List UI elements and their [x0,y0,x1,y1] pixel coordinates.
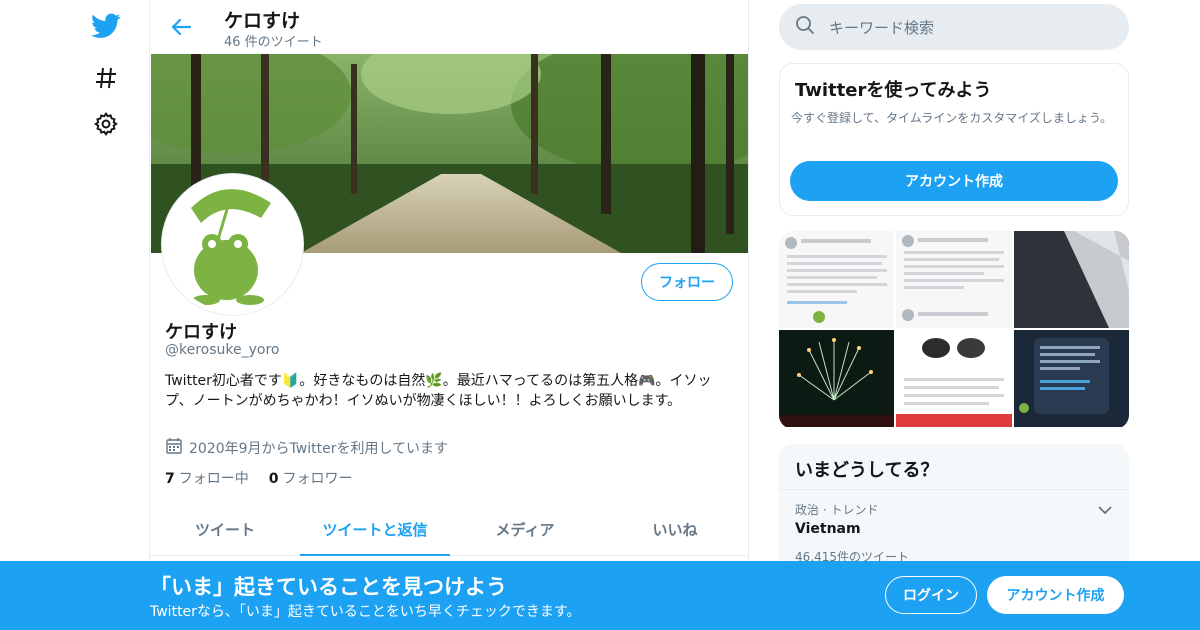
tab-tweets[interactable]: ツイート [150,503,300,555]
following-link[interactable]: 7 フォロー中 [165,468,249,488]
settings-gear-icon[interactable] [88,106,124,142]
signup-title: Twitterを使ってみよう [795,80,992,101]
divider [779,489,1129,490]
media-thumbnail[interactable] [1014,330,1129,427]
profile-avatar[interactable] [162,174,303,315]
trend-meta: 政治 · トレンド [795,503,879,517]
media-thumbnail[interactable] [896,330,1012,427]
followers-count: 0 [268,471,279,487]
follow-button[interactable]: フォロー [641,263,733,301]
search-placeholder: キーワード検索 [829,18,935,37]
following-count: 7 [165,471,175,487]
following-label: フォロー中 [178,471,249,487]
tab-tweets-and-replies[interactable]: ツイートと返信 [300,503,450,556]
create-account-button[interactable]: アカウント作成 [987,576,1124,614]
joined-text: 2020年9月からTwitterを利用しています [189,441,449,457]
header-name: ケロすけ [224,10,301,32]
tab-likes[interactable]: いいね [600,503,748,555]
followers-link[interactable]: 0 フォロワー [269,468,353,488]
bottom-bar-subtitle: Twitterなら、「いま」起きていることをいち早くチェックできます。 [150,604,581,620]
media-thumbnail[interactable] [779,330,894,427]
signup-description: 今すぐ登録して、タイムラインをカスタマイズしましょう。 [791,111,1113,125]
hashtag-icon[interactable] [88,60,124,96]
follow-stats: 7 フォロー中 0 フォロワー [165,468,353,488]
media-thumbnail[interactable] [779,231,894,328]
bottom-bar-title: 「いま」起きていることを見つけよう [150,575,507,599]
search-box[interactable]: キーワード検索 [779,4,1129,50]
followers-label: フォロワー [282,471,353,487]
login-button[interactable]: ログイン [885,576,977,614]
trend-name[interactable]: Vietnam [795,521,861,537]
twitter-bird-icon[interactable] [88,8,124,44]
trends-title: いまどうしてる？ [795,460,939,481]
left-nav [80,0,130,630]
tab-media[interactable]: メディア [450,503,600,555]
profile-column: ケロすけ 46 件のツイート フォロー ケロすけ @kerosuke_yoro … [149,0,749,630]
profile-header: ケロすけ 46 件のツイート [150,0,748,54]
media-thumbnail[interactable] [896,231,1012,328]
profile-tabs: ツイート ツイートと返信 メディア いいね [150,503,748,556]
profile-handle: @kerosuke_yoro [165,342,280,358]
signup-card: Twitterを使ってみよう 今すぐ登録して、タイムラインをカスタマイズしましょ… [779,63,1129,216]
profile-name: ケロすけ [165,322,237,343]
joined-date: 2020年9月からTwitterを利用しています [165,437,448,459]
back-arrow-icon[interactable] [166,12,196,42]
media-grid [779,231,1129,429]
chevron-down-icon[interactable] [1097,501,1113,520]
profile-bio: Twitter初心者です🔰。好きなものは自然🌿。最近ハマってるのは第五人格🎮。イ… [165,373,712,409]
calendar-icon [165,437,183,459]
media-thumbnail[interactable] [1014,231,1129,328]
bottom-signup-bar: 「いま」起きていることを見つけよう Twitterなら、「いま」起きていることを… [0,561,1200,630]
header-tweet-count: 46 件のツイート [224,35,323,50]
signup-button[interactable]: アカウント作成 [790,161,1118,201]
search-icon [795,15,815,39]
